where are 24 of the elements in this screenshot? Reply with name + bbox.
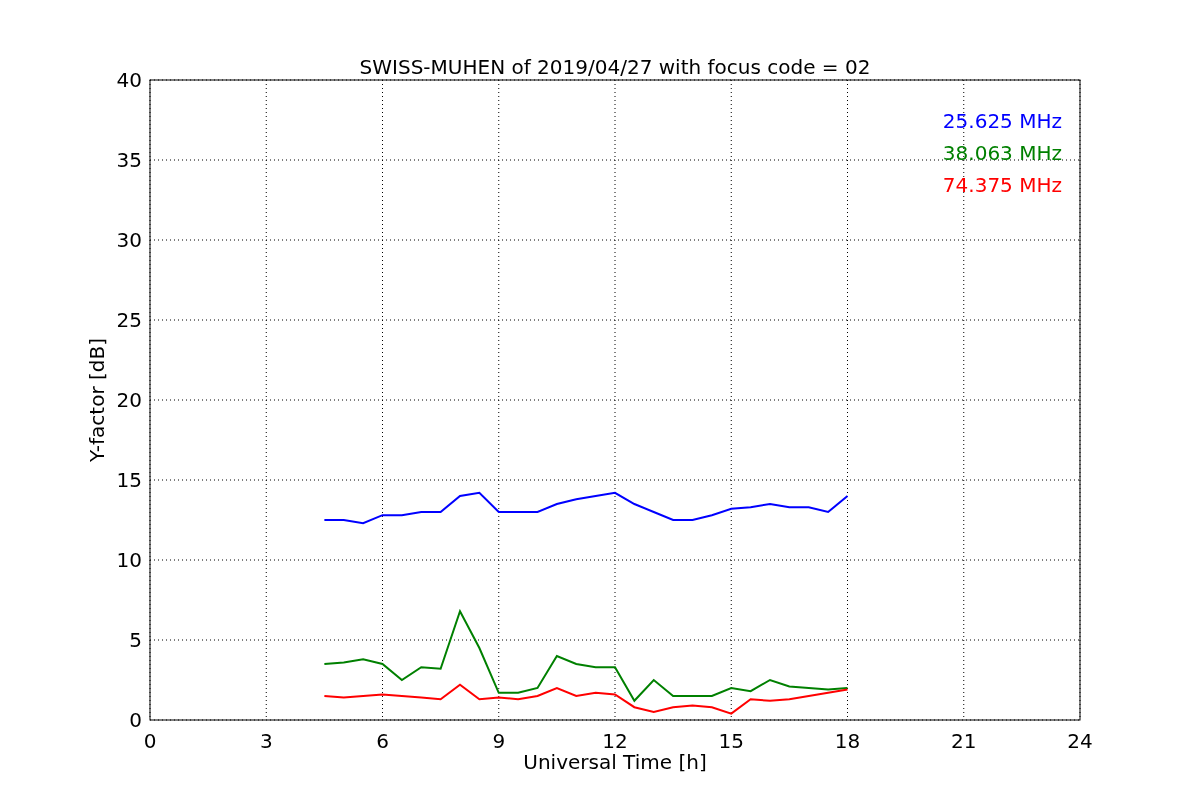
x-tick-label: 0 <box>143 729 157 753</box>
y-tick-label: 15 <box>116 468 142 492</box>
y-tick-label: 35 <box>116 148 142 172</box>
x-tick-label: 15 <box>718 729 744 753</box>
x-tick-label: 21 <box>951 729 977 753</box>
y-tick-label: 25 <box>116 308 142 332</box>
x-tick-label: 9 <box>492 729 506 753</box>
y-axis-label: Y-factor [dB] <box>85 338 109 462</box>
chart-title: SWISS-MUHEN of 2019/04/27 with focus code = 02 <box>359 55 871 79</box>
x-tick-label: 3 <box>259 729 273 753</box>
x-tick-label: 24 <box>1067 729 1093 753</box>
x-axis-label: Universal Time [h] <box>523 750 707 774</box>
legend-label: 74.375 MHz <box>942 173 1062 197</box>
x-tick-label: 12 <box>602 729 628 753</box>
y-tick-label: 20 <box>116 388 142 412</box>
x-tick-label: 6 <box>376 729 389 753</box>
legend-label: 38.063 MHz <box>942 141 1062 165</box>
x-tick-label: 18 <box>834 729 861 753</box>
y-tick-label: 0 <box>129 708 142 732</box>
y-tick-label: 5 <box>129 628 142 652</box>
y-tick-label: 40 <box>116 68 142 92</box>
legend-label: 25.625 MHz <box>942 109 1062 133</box>
y-tick-label: 30 <box>116 228 142 252</box>
y-tick-label: 10 <box>116 548 142 572</box>
